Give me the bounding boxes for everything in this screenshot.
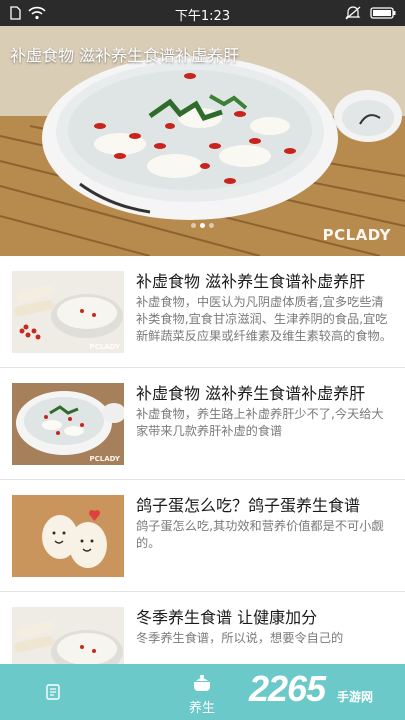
article-item[interactable]: PCLADY 补虚食物 滋补养生食谱补虚养肝 补虚食物，养生路上补虚养肝少不了,… <box>0 368 405 480</box>
tab-label: 养生 <box>188 701 215 716</box>
article-title: 鸽子蛋怎么吃？鸽子蛋养生食谱 <box>136 496 361 515</box>
article-description: 冬季养生食谱，所以说，想要令自己的 <box>136 631 344 645</box>
carousel-dot[interactable] <box>209 223 214 228</box>
carousel-dot[interactable] <box>191 223 196 228</box>
article-description: 补虚食物，中医认为凡阴虚体质者,宜多吃些清补类食物,宜食甘凉滋润、生津养阴的食品… <box>136 295 392 343</box>
battery-icon <box>370 5 398 24</box>
brand-number: 2265 <box>249 668 326 709</box>
mute-icon <box>345 5 361 24</box>
article-description: 补虚食物，养生路上补虚养肝少不了,今天给大家带来几款养肝补虚的食谱 <box>136 407 384 438</box>
status-bar: 下午1:23 <box>0 0 405 26</box>
carousel-indicator <box>0 213 405 232</box>
brand-logo: 2265 手游网 <box>249 668 399 716</box>
article-thumbnail: PCLADY <box>12 271 124 353</box>
tab-articles[interactable] <box>14 664 94 720</box>
article-description: 鸽子蛋怎么吃,其功效和营养价值都是不可小觑的。 <box>136 519 384 550</box>
pot-icon <box>190 674 214 696</box>
hero-title: 补虚食物 滋补养生食谱补虚养肝 <box>10 46 240 65</box>
bottom-tab-bar: 养生 2265 手游网 <box>0 664 405 720</box>
article-thumbnail <box>12 495 124 577</box>
article-item[interactable]: 鸽子蛋怎么吃？鸽子蛋养生食谱 鸽子蛋怎么吃,其功效和营养价值都是不可小觑的。 <box>0 480 405 592</box>
carousel-dot-active[interactable] <box>200 223 205 228</box>
article-item[interactable]: PCLADY 补虚食物 滋补养生食谱补虚养肝 补虚食物，中医认为凡阴虚体质者,宜… <box>0 256 405 368</box>
article-title: 冬季养生食谱 让健康加分 <box>136 608 318 627</box>
thumb-watermark: PCLADY <box>89 455 120 463</box>
thumb-watermark: PCLADY <box>89 343 120 351</box>
article-thumbnail: PCLADY <box>12 383 124 465</box>
tab-yangsheng[interactable]: 养生 <box>162 664 242 720</box>
article-title: 补虚食物 滋补养生食谱补虚养肝 <box>136 384 366 403</box>
brand-suffix: 手游网 <box>337 690 374 704</box>
article-title: 补虚食物 滋补养生食谱补虚养肝 <box>136 272 366 291</box>
document-icon <box>46 684 60 704</box>
hero-banner[interactable]: 补虚食物 滋补养生食谱补虚养肝 PCLADY <box>0 26 405 256</box>
